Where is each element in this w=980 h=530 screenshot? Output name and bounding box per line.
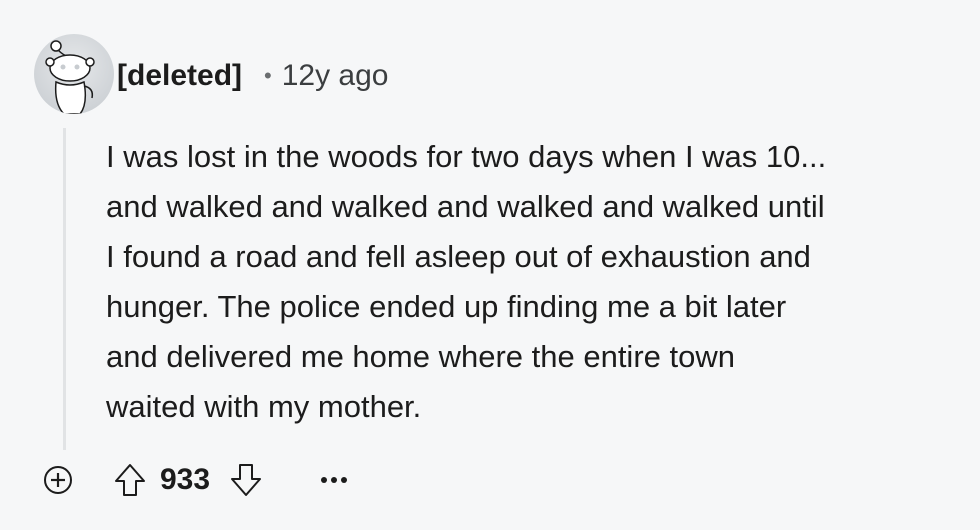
author-name[interactable]: [deleted] <box>117 59 242 93</box>
upvote-button[interactable] <box>110 460 150 500</box>
body-line: and delivered me home where the entire t… <box>106 339 735 374</box>
comment-actions: 933 <box>40 458 356 502</box>
body-line: I found a road and fell asleep out of ex… <box>106 239 811 274</box>
comment: [deleted] • 12y ago I was lost in the wo… <box>0 0 980 530</box>
body-line: waited with my mother. <box>106 389 422 424</box>
more-options-button[interactable] <box>312 460 356 500</box>
downvote-button[interactable] <box>226 460 266 500</box>
arrow-down-icon <box>231 464 262 496</box>
body-line: I was lost in the woods for two days whe… <box>106 139 827 174</box>
arrow-up-icon <box>115 464 145 496</box>
comment-header: [deleted] • 12y ago <box>117 56 388 96</box>
avatar[interactable] <box>34 34 114 114</box>
vote-score: 933 <box>160 463 211 496</box>
expand-button[interactable] <box>40 462 76 498</box>
thread-line[interactable] <box>63 128 66 450</box>
ellipsis-icon <box>321 477 348 483</box>
comment-body: I was lost in the woods for two days whe… <box>106 132 956 432</box>
timestamp[interactable]: 12y ago <box>282 59 389 93</box>
plus-circle-icon <box>44 466 72 494</box>
snoo-icon <box>45 40 95 114</box>
meta-separator: • <box>264 63 272 88</box>
body-line: hunger. The police ended up finding me a… <box>106 289 787 324</box>
body-line: and walked and walked and walked and wal… <box>106 189 825 224</box>
